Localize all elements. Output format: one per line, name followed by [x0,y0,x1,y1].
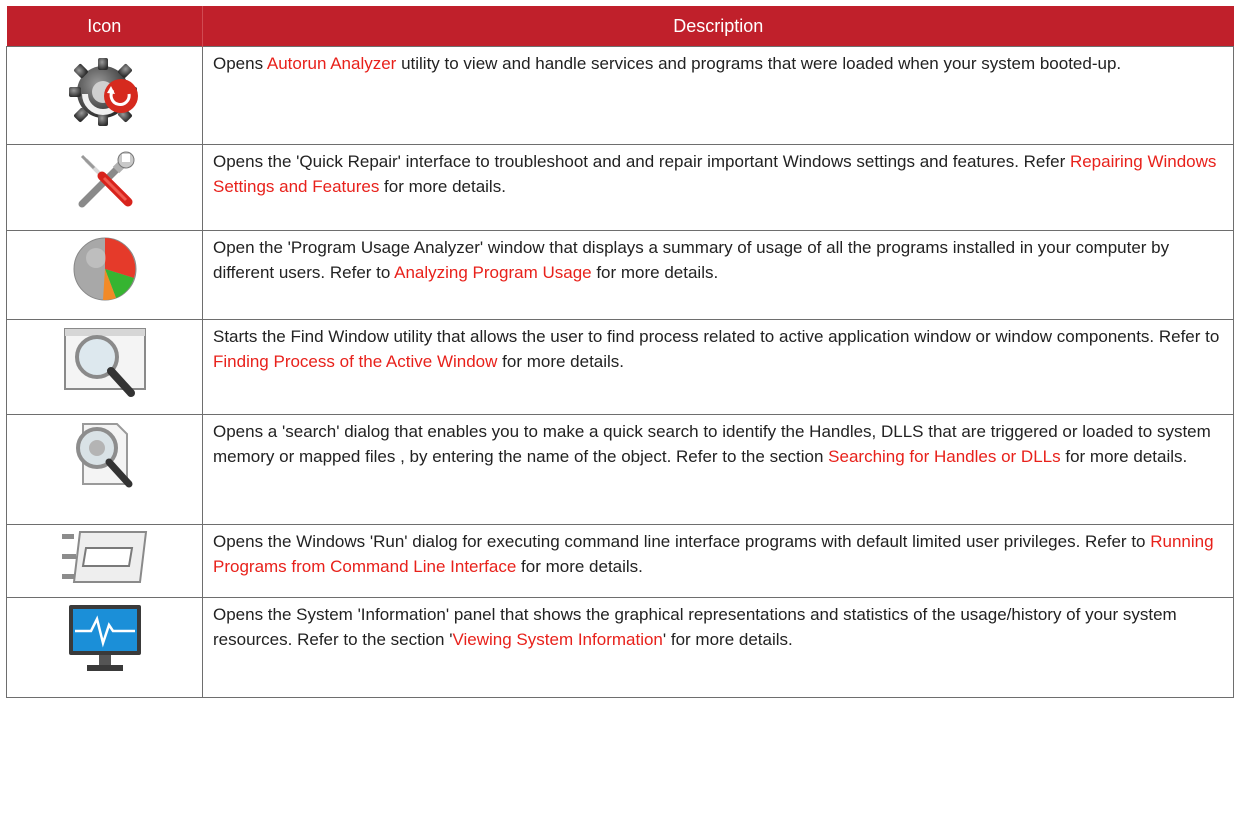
description-text: Opens [213,54,267,73]
finding-process-link[interactable]: Finding Process of the Active Window [213,352,497,371]
find-window-magnifier-icon [7,323,202,403]
icon-cell [6,524,203,598]
pie-chart-icon [7,234,202,304]
description-cell: Opens the System 'Information' panel tha… [202,597,1234,698]
description-text: Opens the Windows 'Run' dialog for execu… [213,532,1151,551]
autorun-gear-icon [7,50,202,130]
table-row: Opens the 'Quick Repair' interface to tr… [6,144,1234,231]
table-row: Starts the Find Window utility that allo… [6,319,1234,415]
table-row: Opens the Windows 'Run' dialog for execu… [6,524,1234,598]
description-text: for more details. [591,262,719,282]
table-header-row: Icon Description [6,6,1234,47]
description-text: for more details. [516,556,643,576]
searching-handles-dlls-link[interactable]: Searching for Handles or DLLs [828,447,1060,466]
description-text: ' for more details. [662,629,793,649]
icon-cell [6,597,203,698]
description-text: Opens the 'Quick Repair' interface to tr… [213,152,1070,171]
tools-wrench-screwdriver-icon [7,148,202,214]
run-dialog-icon [7,528,202,586]
description-text: for more details. [497,351,625,371]
description-cell: Starts the Find Window utility that allo… [202,319,1234,415]
table-row: Open the 'Program Usage Analyzer' window… [6,230,1234,320]
icon-cell [6,414,203,525]
description-text: for more details. [379,176,506,196]
description-cell: Opens the 'Quick Repair' interface to tr… [202,144,1234,231]
description-cell: Opens a 'search' dialog that enables you… [202,414,1234,525]
description-cell: Opens Autorun Analyzer utility to view a… [202,46,1234,145]
system-monitor-icon [7,601,202,677]
icon-cell [6,319,203,415]
icon-description-table: Icon Description Opens Autorun Analyzer … [6,6,1234,698]
description-text: utility to view and handle services and … [396,54,1122,73]
description-text: Starts the Find Window utility that allo… [213,327,1220,346]
description-cell: Open the 'Program Usage Analyzer' window… [202,230,1234,320]
icon-cell [6,230,203,320]
icon-cell [6,46,203,145]
icon-column-header: Icon [6,6,203,47]
table-row: Opens Autorun Analyzer utility to view a… [6,46,1234,145]
analyzing-program-usage-link[interactable]: Analyzing Program Usage [394,263,591,282]
table-row: Opens the System 'Information' panel tha… [6,597,1234,698]
icon-cell [6,144,203,231]
description-text: for more details. [1060,446,1188,466]
description-cell: Opens the Windows 'Run' dialog for execu… [202,524,1234,598]
autorun-analyzer-link[interactable]: Autorun Analyzer [267,54,396,73]
search-file-magnifier-icon [7,418,202,498]
viewing-system-information-link[interactable]: Viewing System Information [452,630,662,649]
table-row: Opens a 'search' dialog that enables you… [6,414,1234,525]
description-column-header: Description [202,6,1234,47]
